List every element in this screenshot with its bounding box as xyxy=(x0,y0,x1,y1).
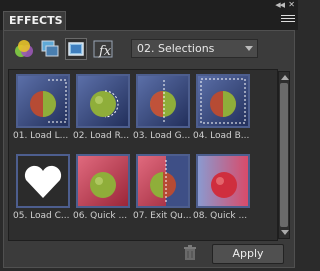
apply-button[interactable]: Apply xyxy=(212,244,284,264)
panel-titlebar: ◀◀ ✕ xyxy=(0,0,298,11)
chevron-down-icon xyxy=(245,46,253,51)
effect-thumbnail[interactable] xyxy=(16,154,70,208)
effect-thumbnail[interactable] xyxy=(76,154,130,208)
category-dropdown[interactable]: 02. Selections xyxy=(131,39,258,58)
scrollbar-thumb[interactable] xyxy=(280,83,288,227)
effect-label: 07. Exit Qu... xyxy=(133,211,192,221)
scrollbar[interactable] xyxy=(278,71,290,239)
effect-item[interactable]: 06. Quick ... xyxy=(73,154,133,221)
effect-thumbnail[interactable] xyxy=(76,74,130,128)
effect-label: 02. Load R... xyxy=(73,131,130,141)
effect-label: 08. Quick ... xyxy=(193,211,248,221)
effect-item[interactable]: 07. Exit Qu... xyxy=(133,154,193,221)
effect-thumbnail[interactable] xyxy=(16,74,70,128)
all-icon[interactable]: fx xyxy=(92,38,114,60)
effect-item[interactable]: 01. Load L... xyxy=(13,74,73,141)
category-dropdown-value: 02. Selections xyxy=(137,42,215,55)
effects-grid: 01. Load L... 02. Load R... 03. Load G..… xyxy=(8,69,278,241)
scroll-up-icon[interactable] xyxy=(281,75,289,80)
effect-thumbnail[interactable] xyxy=(136,74,190,128)
tab-effects[interactable]: EFFECTS xyxy=(3,11,66,30)
effect-label: 05. Load C... xyxy=(13,211,70,221)
effect-thumbnail[interactable] xyxy=(136,154,190,208)
effect-label: 03. Load G... xyxy=(133,131,191,141)
effect-item[interactable]: 05. Load C... xyxy=(13,154,73,221)
close-icon[interactable]: ✕ xyxy=(288,0,295,9)
panel-menu-icon[interactable] xyxy=(281,15,295,26)
effect-item[interactable]: 03. Load G... xyxy=(133,74,193,141)
effect-item[interactable]: 08. Quick ... xyxy=(193,154,253,221)
collapse-icon[interactable]: ◀◀ xyxy=(275,1,285,9)
effect-item[interactable]: 04. Load B... xyxy=(193,74,253,141)
effects-panel: fx 02. Selections 01. Load L... 02. Load… xyxy=(3,30,295,268)
effect-thumbnail[interactable] xyxy=(196,74,250,128)
svg-text:fx: fx xyxy=(98,44,112,59)
tab-row: EFFECTS xyxy=(0,11,298,30)
effect-label: 01. Load L... xyxy=(13,131,69,141)
effect-label: 04. Load B... xyxy=(193,131,250,141)
effect-item[interactable]: 02. Load R... xyxy=(73,74,133,141)
trash-icon[interactable] xyxy=(183,245,197,261)
effect-label: 06. Quick ... xyxy=(73,211,128,221)
scroll-down-icon[interactable] xyxy=(281,230,289,235)
effect-thumbnail[interactable] xyxy=(196,154,250,208)
filters-icon[interactable] xyxy=(13,38,35,60)
photo-effects-icon[interactable] xyxy=(65,38,87,60)
layer-styles-icon[interactable] xyxy=(39,38,61,60)
